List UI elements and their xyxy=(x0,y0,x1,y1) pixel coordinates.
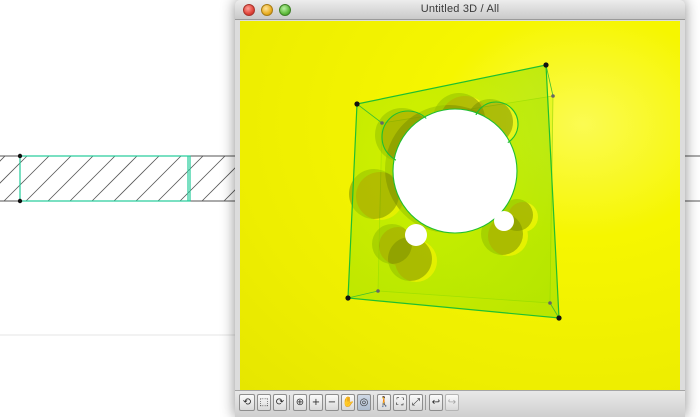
3d-scene[interactable] xyxy=(240,21,680,390)
hatch-line xyxy=(113,156,160,201)
select-view-tool[interactable]: ⬚ xyxy=(257,394,271,411)
vertex-hotspot[interactable] xyxy=(354,101,360,107)
vertex-hotspot[interactable] xyxy=(543,62,549,68)
explore-icon: ⛶ xyxy=(396,397,404,408)
3d-navigation-toolbar: ⟲ ⬚ ⟳ ⊕ + − ✋ ◎ 🚶 ⛶ ⤢ ↩ ↪ xyxy=(235,390,685,417)
toolbar-separator xyxy=(289,395,290,410)
pan-tool[interactable]: ✋ xyxy=(341,394,355,411)
explore-tool[interactable]: ⛶ xyxy=(393,394,407,411)
hotspot-node[interactable] xyxy=(17,198,23,204)
hatch-line xyxy=(0,156,28,184)
zoom-in-tool[interactable]: + xyxy=(309,394,323,411)
walk-icon: 🚶 xyxy=(378,397,391,408)
hand-icon: ✋ xyxy=(342,397,355,408)
hatch-line xyxy=(91,156,138,201)
rotate-icon: ⟳ xyxy=(275,397,285,408)
walk-tool[interactable]: 🚶 xyxy=(377,394,391,411)
vertex-hotspot[interactable] xyxy=(548,301,552,305)
window-title: Untitled 3D / All xyxy=(420,3,500,15)
previous-zoom-icon: ↩ xyxy=(431,397,441,408)
navigator-tool[interactable]: ◎ xyxy=(357,394,371,411)
screen: Untitled 3D / All ⟲ ⬚ ⟳ ⊕ + − ✋ ◎ 🚶 ⛶ ⤢ … xyxy=(0,0,700,417)
3d-window[interactable]: Untitled 3D / All ⟲ ⬚ ⟳ ⊕ + − ✋ ◎ 🚶 ⛶ ⤢ … xyxy=(235,0,685,417)
vertex-hotspot[interactable] xyxy=(345,295,351,301)
zoom-tool[interactable]: ⊕ xyxy=(293,394,307,411)
hotspot-node[interactable] xyxy=(17,153,23,159)
vertex-hotspot[interactable] xyxy=(551,94,555,98)
opening-fill xyxy=(395,111,515,246)
toolbar-separator xyxy=(373,395,374,410)
navigator-icon: ◎ xyxy=(359,397,369,408)
fit-window-icon: ⤢ xyxy=(412,397,420,408)
hatch-line xyxy=(3,156,50,201)
vertex-hotspot[interactable] xyxy=(376,289,380,293)
hatch-line xyxy=(179,156,226,201)
previous-zoom-tool[interactable]: ↩ xyxy=(429,394,443,411)
fit-in-window-tool[interactable]: ⤢ xyxy=(409,394,423,411)
next-zoom-tool[interactable]: ↪ xyxy=(445,394,459,411)
orbit-tool[interactable]: ⟲ xyxy=(239,394,255,411)
next-zoom-icon: ↪ xyxy=(447,397,457,408)
title-bar[interactable]: Untitled 3D / All xyxy=(235,0,685,20)
zoom-icon: ⊕ xyxy=(295,397,305,408)
zoom-out-icon: − xyxy=(327,397,337,408)
hatch-line xyxy=(69,156,116,201)
orbit-icon: ⟲ xyxy=(242,397,252,408)
hatch-line xyxy=(25,156,72,201)
hatch-line xyxy=(157,156,204,201)
vertex-hotspot[interactable] xyxy=(380,121,384,125)
select-view-icon: ⬚ xyxy=(259,397,269,408)
rotate-tool[interactable]: ⟳ xyxy=(273,394,287,411)
toolbar-separator xyxy=(425,395,426,410)
vertex-hotspot[interactable] xyxy=(556,315,562,321)
zoom-out-tool[interactable]: − xyxy=(325,394,339,411)
3d-viewport[interactable] xyxy=(240,21,680,390)
hatch-line xyxy=(47,156,94,201)
zoom-in-icon: + xyxy=(311,397,321,408)
hatch-line xyxy=(135,156,182,201)
